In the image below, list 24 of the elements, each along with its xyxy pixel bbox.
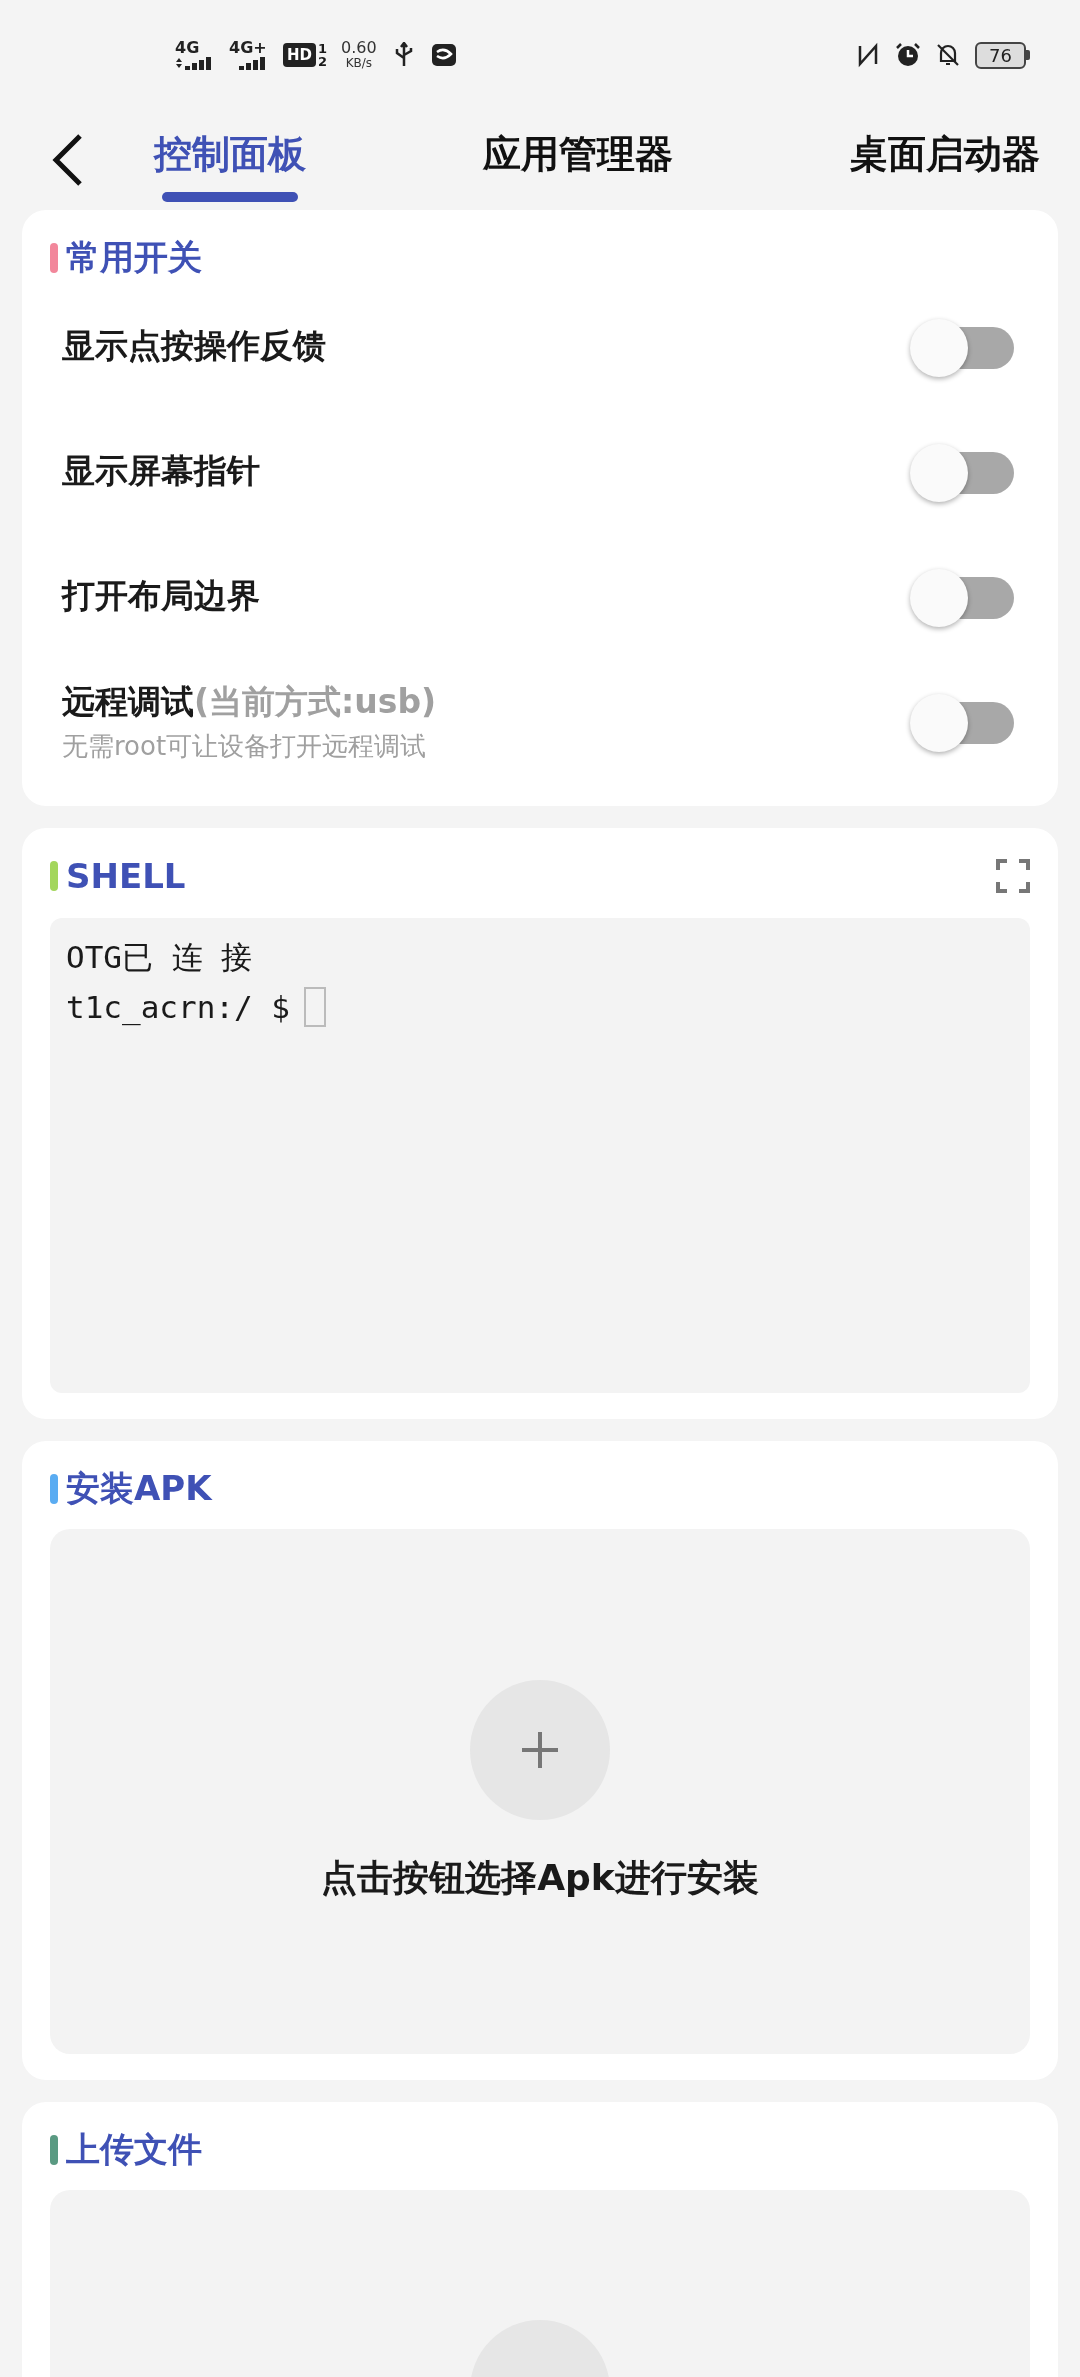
switch-label: 打开布局边界 xyxy=(62,575,261,617)
sim-number: 1 xyxy=(318,42,328,55)
switch-label: 显示点按操作反馈 xyxy=(62,325,327,367)
network-type: 4G xyxy=(175,40,200,56)
sim-number: 2 xyxy=(318,55,328,68)
section-title: 安装APK xyxy=(66,1467,214,1510)
terminal-area[interactable]: OTG已 连 接 t1c_acrn:/ $ xyxy=(50,918,1030,1393)
tab[interactable]: 应用管理器 xyxy=(483,118,673,202)
section-title: SHELL xyxy=(66,856,187,896)
switch-label: 显示屏幕指针 xyxy=(62,450,261,492)
speed-unit: KB/s xyxy=(345,57,373,70)
tab[interactable]: 桌面启动器 xyxy=(850,118,1040,202)
drop-area[interactable]: 点击按钮选择Apk进行安装 xyxy=(50,1529,1030,2054)
network-speed: 0.60 xyxy=(341,40,377,58)
tab[interactable]: 控制面板 xyxy=(154,118,306,202)
terminal-line: OTG已 连 接 xyxy=(66,938,254,977)
shell-prompt: t1c_acrn:/ $ xyxy=(66,988,290,1028)
switch-description: 无需root可让设备打开远程调试 xyxy=(62,729,428,763)
picker-hint: 点击按钮选择Apk进行安装 xyxy=(321,1856,759,1900)
section-title: 常用开关 xyxy=(66,236,203,279)
network-type: 4G+ xyxy=(229,40,267,56)
section-title: 上传文件 xyxy=(66,2128,203,2171)
hd-badge: HD xyxy=(283,43,316,67)
switch-label: 远程调试(当前方式:usb) xyxy=(62,680,438,723)
